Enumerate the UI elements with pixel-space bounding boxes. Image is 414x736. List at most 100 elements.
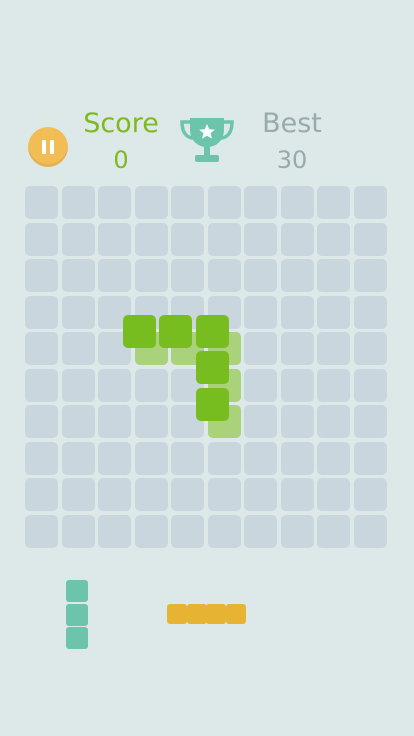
score-value: 0 (113, 146, 129, 174)
board-cell[interactable] (244, 295, 277, 329)
board-cell[interactable] (171, 259, 204, 292)
board-cell[interactable] (25, 259, 58, 292)
dragged-piece-cell[interactable] (122, 314, 156, 348)
board-cell[interactable] (207, 186, 241, 219)
board-cell[interactable] (207, 441, 241, 475)
board-cell[interactable] (317, 332, 350, 365)
board-cell[interactable] (280, 441, 314, 475)
board-cell[interactable] (280, 405, 314, 438)
board-cell[interactable] (244, 441, 277, 475)
board-cell[interactable] (207, 514, 241, 548)
board-cell[interactable] (25, 295, 58, 329)
board-cell[interactable] (353, 259, 387, 292)
dragged-piece-cell[interactable] (159, 314, 192, 348)
board-cell[interactable] (61, 441, 95, 475)
board-cell[interactable] (353, 332, 387, 365)
board-cell[interactable] (171, 441, 204, 475)
board-cell[interactable] (134, 514, 168, 548)
board-cell[interactable] (207, 478, 241, 511)
board-cell[interactable] (317, 514, 350, 548)
board-cell[interactable] (171, 478, 204, 511)
board-cell[interactable] (317, 295, 350, 329)
board-cell[interactable] (25, 441, 58, 475)
board-cell[interactable] (98, 186, 131, 219)
board-cell[interactable] (244, 478, 277, 511)
board-cell[interactable] (98, 222, 131, 256)
board-cell[interactable] (25, 368, 58, 402)
dragged-piece-cell[interactable] (195, 314, 229, 348)
board-cell[interactable] (25, 405, 58, 438)
board-cell[interactable] (353, 441, 387, 475)
board-cell[interactable] (171, 186, 204, 219)
board-cell[interactable] (353, 222, 387, 256)
board-cell[interactable] (25, 222, 58, 256)
pause-button[interactable] (28, 127, 68, 167)
board-cell[interactable] (244, 405, 277, 438)
board-cell[interactable] (61, 222, 95, 256)
board-cell[interactable] (280, 259, 314, 292)
board-cell[interactable] (353, 186, 387, 219)
board-cell[interactable] (61, 514, 95, 548)
board-cell[interactable] (317, 441, 350, 475)
board-cell[interactable] (353, 368, 387, 402)
board-cell[interactable] (25, 332, 58, 365)
board-cell[interactable] (317, 259, 350, 292)
board-cell[interactable] (61, 368, 95, 402)
board-cell[interactable] (207, 222, 241, 256)
board-cell[interactable] (280, 514, 314, 548)
board-cell[interactable] (98, 259, 131, 292)
board-cell[interactable] (280, 295, 314, 329)
board-cell[interactable] (134, 441, 168, 475)
board-cell[interactable] (98, 478, 131, 511)
board-cell[interactable] (317, 186, 350, 219)
board-cell[interactable] (61, 478, 95, 511)
dragged-piece-cell[interactable] (195, 351, 229, 384)
board-cell[interactable] (134, 222, 168, 256)
board-cell[interactable] (171, 222, 204, 256)
board-cell[interactable] (244, 186, 277, 219)
board-cell[interactable] (134, 405, 168, 438)
board-cell[interactable] (317, 368, 350, 402)
best-value: 30 (276, 146, 308, 174)
board-cell[interactable] (98, 514, 131, 548)
board-cell[interactable] (98, 441, 131, 475)
board-cell[interactable] (280, 478, 314, 511)
dragged-piece-cell[interactable] (195, 387, 229, 421)
game-board[interactable] (25, 186, 389, 550)
board-cell[interactable] (207, 259, 241, 292)
board-cell[interactable] (244, 368, 277, 402)
board-cell[interactable] (171, 514, 204, 548)
board-cell[interactable] (280, 368, 314, 402)
tray-piece-cell (66, 627, 88, 649)
board-cell[interactable] (98, 368, 131, 402)
board-cell[interactable] (244, 222, 277, 256)
board-cell[interactable] (280, 222, 314, 256)
board-cell[interactable] (244, 514, 277, 548)
board-cell[interactable] (353, 405, 387, 438)
board-cell[interactable] (61, 332, 95, 365)
board-cell[interactable] (280, 186, 314, 219)
board-cell[interactable] (134, 478, 168, 511)
board-cell[interactable] (244, 259, 277, 292)
board-cell[interactable] (134, 259, 168, 292)
board-cell[interactable] (25, 478, 58, 511)
board-cell[interactable] (244, 332, 277, 365)
tray-piece-cell (167, 604, 187, 624)
board-cell[interactable] (317, 405, 350, 438)
board-cell[interactable] (317, 478, 350, 511)
board-cell[interactable] (353, 295, 387, 329)
board-cell[interactable] (317, 222, 350, 256)
board-cell[interactable] (25, 186, 58, 219)
board-cell[interactable] (61, 259, 95, 292)
board-cell[interactable] (353, 514, 387, 548)
board-cell[interactable] (98, 405, 131, 438)
board-cell[interactable] (353, 478, 387, 511)
board-cell[interactable] (25, 514, 58, 548)
board-cell[interactable] (280, 332, 314, 365)
board-cell[interactable] (61, 295, 95, 329)
board-cell[interactable] (134, 186, 168, 219)
board-cell[interactable] (61, 186, 95, 219)
board-cell[interactable] (134, 368, 168, 402)
pause-icon-bar (50, 140, 54, 154)
board-cell[interactable] (61, 405, 95, 438)
